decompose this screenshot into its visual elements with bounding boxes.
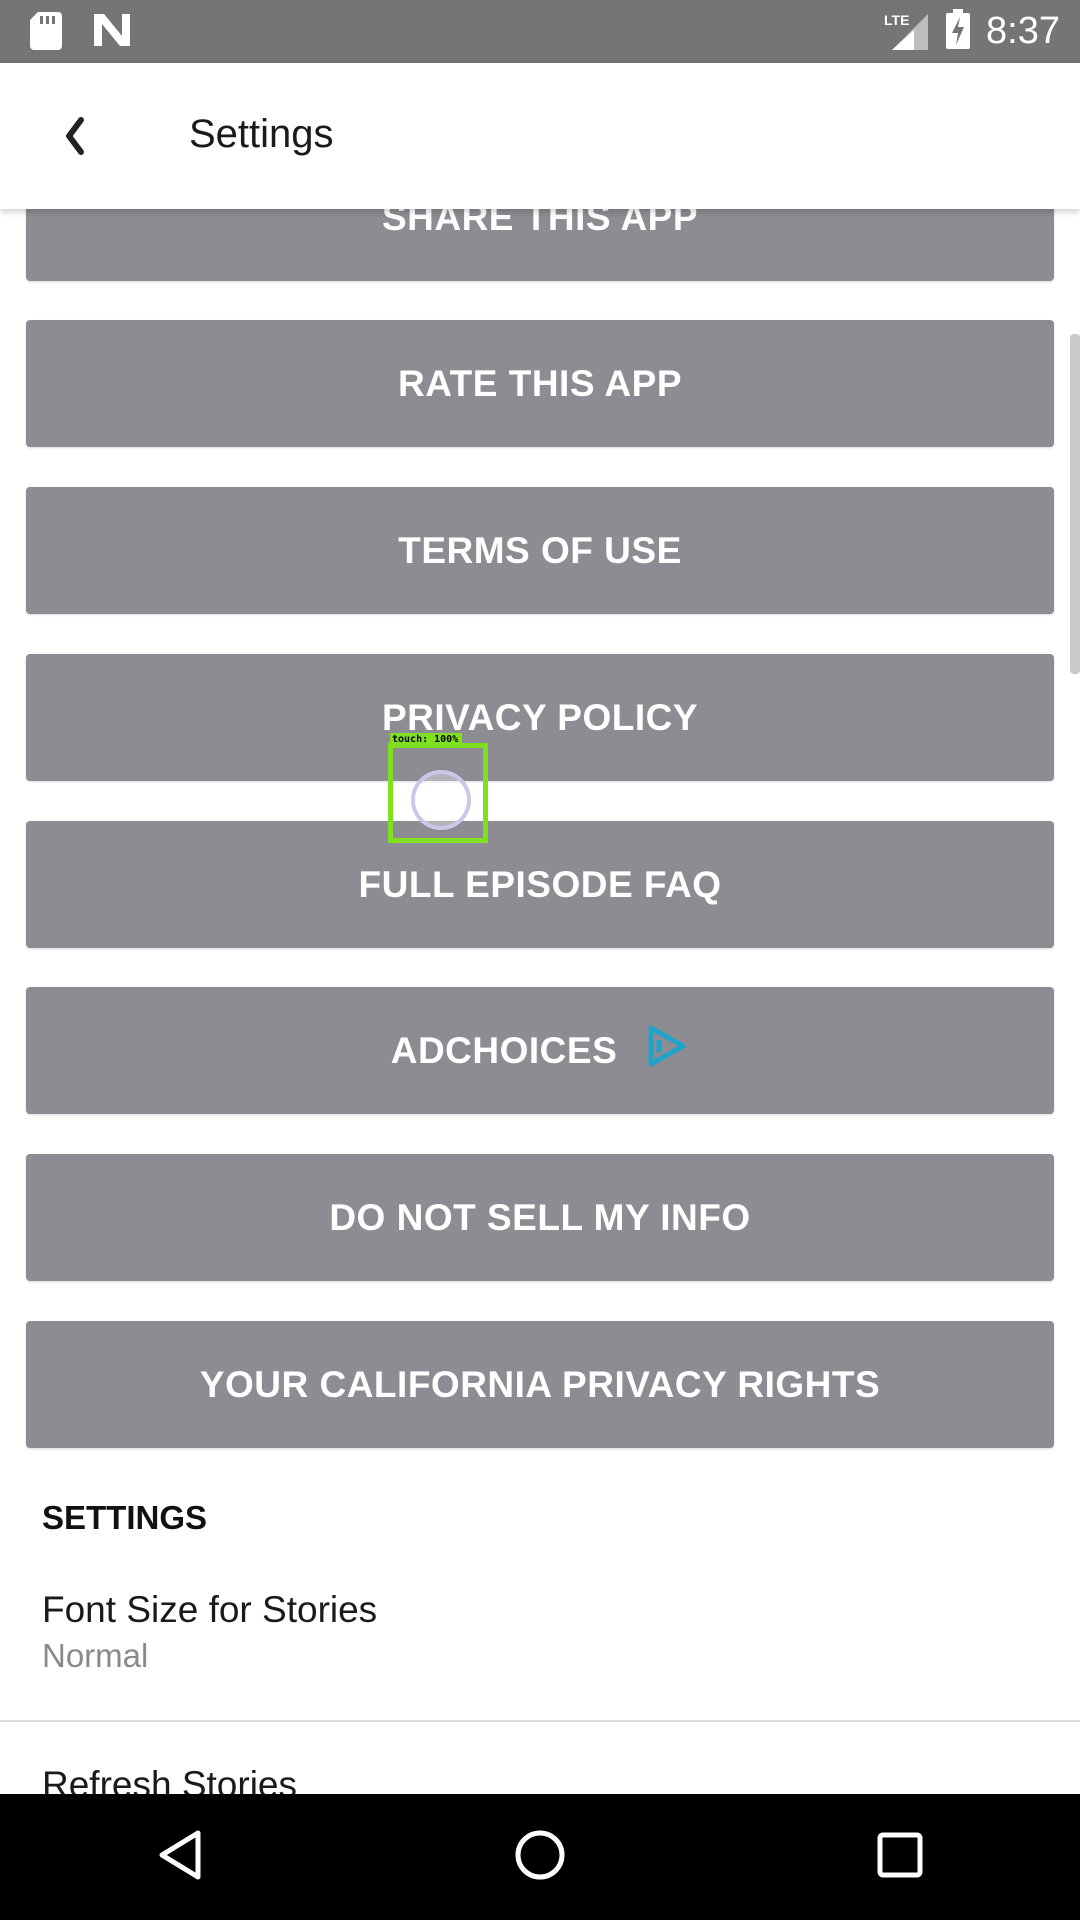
- share-app-button[interactable]: SHARE THIS APP: [26, 209, 1054, 281]
- touch-indicator-label: touch: 100%: [390, 733, 462, 747]
- nav-back-button[interactable]: [135, 1812, 225, 1902]
- font-size-title: Font Size for Stories: [42, 1589, 378, 1630]
- square-recents-icon: [877, 1832, 923, 1883]
- clock: 8:37: [986, 10, 1060, 52]
- terms-of-use-button[interactable]: TERMS OF USE: [26, 487, 1054, 614]
- settings-section-header: SETTINGS: [42, 1499, 208, 1536]
- status-bar: LTE 8:37: [0, 0, 1080, 63]
- navigation-bar: [0, 1794, 1080, 1920]
- do-not-sell-label: DO NOT SELL MY INFO: [329, 1196, 751, 1238]
- rate-app-button[interactable]: RATE THIS APP: [26, 320, 1054, 447]
- refresh-stories-setting[interactable]: Refresh Stories: [42, 1764, 297, 1794]
- full-episode-faq-label: FULL EPISODE FAQ: [358, 863, 722, 905]
- page-title: Settings: [189, 112, 334, 156]
- battery-charging-icon: [946, 9, 971, 54]
- circle-home-icon: [514, 1829, 566, 1886]
- nav-recents-button[interactable]: [855, 1812, 945, 1902]
- back-button[interactable]: [40, 103, 110, 173]
- rate-app-label: RATE THIS APP: [397, 362, 683, 404]
- adchoices-icon: [645, 1024, 689, 1077]
- divider: [0, 1720, 1080, 1722]
- scrollbar[interactable]: [1070, 334, 1080, 674]
- back-chevron-icon: [61, 116, 89, 161]
- nav-home-button[interactable]: [495, 1812, 585, 1902]
- app-bar: Settings: [0, 63, 1080, 209]
- font-size-value: Normal: [42, 1637, 149, 1674]
- adchoices-label: ADCHOICES: [390, 1029, 618, 1071]
- full-episode-faq-button[interactable]: FULL EPISODE FAQ: [26, 821, 1054, 948]
- share-app-label: SHARE THIS APP: [381, 209, 699, 238]
- n-logo-icon: [92, 12, 132, 55]
- privacy-policy-button[interactable]: PRIVACY POLICY: [26, 654, 1054, 781]
- touch-point-icon: [411, 770, 471, 830]
- terms-of-use-label: TERMS OF USE: [398, 529, 682, 571]
- do-not-sell-button[interactable]: DO NOT SELL MY INFO: [26, 1154, 1054, 1281]
- settings-content[interactable]: SHARE THIS APP RATE THIS APP TERMS OF US…: [0, 209, 1080, 1794]
- sd-card-icon: [30, 12, 62, 55]
- triangle-back-icon: [156, 1829, 204, 1886]
- adchoices-button[interactable]: ADCHOICES: [26, 987, 1054, 1114]
- signal-icon: LTE: [884, 12, 930, 52]
- california-privacy-button[interactable]: YOUR CALIFORNIA PRIVACY RIGHTS: [26, 1321, 1054, 1448]
- california-privacy-label: YOUR CALIFORNIA PRIVACY RIGHTS: [199, 1363, 881, 1405]
